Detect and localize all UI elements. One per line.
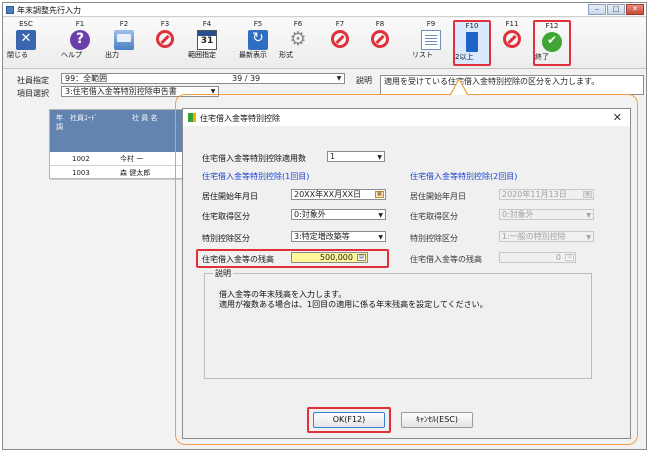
calendar-icon[interactable]: ▦ bbox=[375, 191, 384, 198]
acq-label-1: 住宅取得区分 bbox=[202, 212, 250, 221]
f4-range-button[interactable]: F4 範囲指定 bbox=[188, 20, 226, 66]
acq-select-1[interactable]: 0:対象外 ▼ bbox=[291, 209, 386, 220]
first-section-title: 住宅借入金等特別控除(1回目) bbox=[202, 172, 310, 181]
description-text: 借入金等の年末残高を入力します。 適用が複数ある場合は、1回目の適用に係る年末残… bbox=[219, 290, 488, 309]
calculator-icon: ▤ bbox=[565, 254, 574, 261]
move-in-date-1[interactable]: 20XX年XX月XX日 ▦ bbox=[291, 189, 386, 200]
exit-icon bbox=[16, 30, 36, 50]
chevron-down-icon: ▼ bbox=[586, 234, 591, 241]
balance-label-1: 住宅借入金等の残高 bbox=[202, 255, 274, 264]
employee-label: 社員指定 bbox=[17, 76, 49, 85]
f1-help-button[interactable]: F1 ヘルプ bbox=[61, 20, 99, 66]
maximize-button[interactable]: □ bbox=[607, 4, 625, 15]
description-box: 適用を受けている住宅借入金特別控除の区分を入力します。 bbox=[380, 75, 644, 95]
title-bar: 年末調整先行入力 – □ ✕ bbox=[3, 3, 646, 17]
calculator-icon[interactable]: ▤ bbox=[357, 254, 366, 261]
f11-button[interactable]: F11 bbox=[493, 20, 531, 66]
chevron-down-icon: ▼ bbox=[377, 154, 382, 161]
housing-loan-dialog: 住宅借入金等特別控除 ✕ 住宅借入金等特別控除適用数 1 ▼ 住宅借入金等特別控… bbox=[182, 108, 631, 439]
callout-pointer-inner bbox=[451, 80, 467, 95]
f5-refresh-button[interactable]: F5 最新表示 bbox=[239, 20, 277, 66]
balance-input-2[interactable]: 0 ▤ bbox=[499, 252, 576, 263]
dialog-title-bar: 住宅借入金等特別控除 ✕ bbox=[183, 109, 630, 126]
move-in-date-2[interactable]: 2020年11月13日 ▦ bbox=[499, 189, 594, 200]
apply-count-select[interactable]: 1 ▼ bbox=[327, 151, 385, 162]
special-select-2[interactable]: 1:一般の特別控除 ▼ bbox=[499, 231, 594, 242]
employee-count: 39 / 39 bbox=[232, 74, 261, 83]
balance-label-2: 住宅借入金等の残高 bbox=[410, 255, 482, 264]
f6-format-button[interactable]: F6 形式 bbox=[279, 20, 317, 66]
chevron-down-icon: ▼ bbox=[586, 212, 591, 219]
item-label: 項目選択 bbox=[17, 89, 49, 98]
f3-button[interactable]: F3 bbox=[146, 20, 184, 66]
f9-list-button[interactable]: F9 リスト bbox=[412, 20, 450, 66]
table-row[interactable]: 1002 今村 一 bbox=[50, 152, 188, 166]
list-icon bbox=[421, 30, 441, 50]
col-code: 社員ｺｰﾄﾞ bbox=[70, 114, 98, 122]
f7-button[interactable]: F7 bbox=[321, 20, 359, 66]
dialog-title: 住宅借入金等特別控除 bbox=[200, 114, 280, 123]
chevron-down-icon: ▼ bbox=[378, 234, 383, 241]
f10-two-or-more-button[interactable]: F10 2以上 bbox=[453, 20, 491, 66]
move-in-label-2: 居住開始年月日 bbox=[410, 192, 466, 201]
acq-label-2: 住宅取得区分 bbox=[410, 212, 458, 221]
calendar-icon bbox=[197, 30, 217, 50]
print-icon bbox=[114, 30, 134, 50]
esc-close-button[interactable]: ESC 閉じる bbox=[7, 20, 45, 66]
disabled-icon bbox=[503, 30, 521, 48]
apply-count-label: 住宅借入金等特別控除適用数 bbox=[202, 154, 306, 163]
acq-select-2[interactable]: 0:対象外 ▼ bbox=[499, 209, 594, 220]
description-group-title: 説明 bbox=[213, 268, 233, 279]
cancel-button[interactable]: ｷｬﾝｾﾙ(ESC) bbox=[401, 412, 473, 428]
close-window-button[interactable]: ✕ bbox=[626, 4, 644, 15]
gear-icon bbox=[288, 28, 308, 50]
minimize-button[interactable]: – bbox=[588, 4, 606, 15]
special-label-2: 特別控除区分 bbox=[410, 234, 458, 243]
book-icon bbox=[466, 32, 478, 52]
employee-grid: 年調 社員ｺｰﾄﾞ 社 員 名 1002 今村 一 1003 森 健太郎 bbox=[49, 109, 189, 180]
f2-print-button[interactable]: F2 出力 bbox=[105, 20, 143, 66]
refresh-icon bbox=[248, 30, 268, 50]
disabled-icon bbox=[331, 30, 349, 48]
dialog-app-icon-accent bbox=[193, 113, 196, 122]
description-group: 説明 借入金等の年末残高を入力します。 適用が複数ある場合は、1回目の適用に係る… bbox=[204, 268, 592, 379]
chevron-down-icon: ▼ bbox=[336, 75, 342, 82]
f12-finish-button[interactable]: F12 終了 bbox=[533, 20, 571, 66]
window-title: 年末調整先行入力 bbox=[17, 6, 81, 15]
special-select-1[interactable]: 3:特定増改築等 ▼ bbox=[291, 231, 386, 242]
ok-button[interactable]: OK(F12) bbox=[313, 412, 385, 428]
col-name: 社 員 名 bbox=[132, 114, 158, 122]
balance-input-1[interactable]: 500,000 ▤ bbox=[291, 252, 368, 263]
disabled-icon bbox=[156, 30, 174, 48]
table-row[interactable]: 1003 森 健太郎 bbox=[50, 166, 188, 180]
desc-label: 説明 bbox=[356, 76, 372, 85]
chevron-down-icon: ▼ bbox=[378, 212, 383, 219]
f8-button[interactable]: F8 bbox=[361, 20, 399, 66]
move-in-label-1: 居住開始年月日 bbox=[202, 192, 258, 201]
calendar-icon: ▦ bbox=[583, 191, 592, 198]
help-icon bbox=[70, 30, 90, 50]
grid-header: 年調 社員ｺｰﾄﾞ 社 員 名 bbox=[50, 110, 188, 152]
special-label-1: 特別控除区分 bbox=[202, 234, 250, 243]
function-key-toolbar: ESC 閉じる F1 ヘルプ F2 出力 F3 F4 範囲指定 F5 最新表示 bbox=[3, 18, 646, 69]
employee-select[interactable]: 99：全範囲 39 / 39 ▼ bbox=[61, 73, 345, 84]
disabled-icon bbox=[371, 30, 389, 48]
col-year: 年調 bbox=[56, 114, 63, 131]
check-icon bbox=[542, 32, 562, 52]
close-icon[interactable]: ✕ bbox=[613, 111, 622, 124]
second-section-title: 住宅借入金等特別控除(2回目) bbox=[410, 172, 518, 181]
app-icon bbox=[6, 6, 14, 14]
